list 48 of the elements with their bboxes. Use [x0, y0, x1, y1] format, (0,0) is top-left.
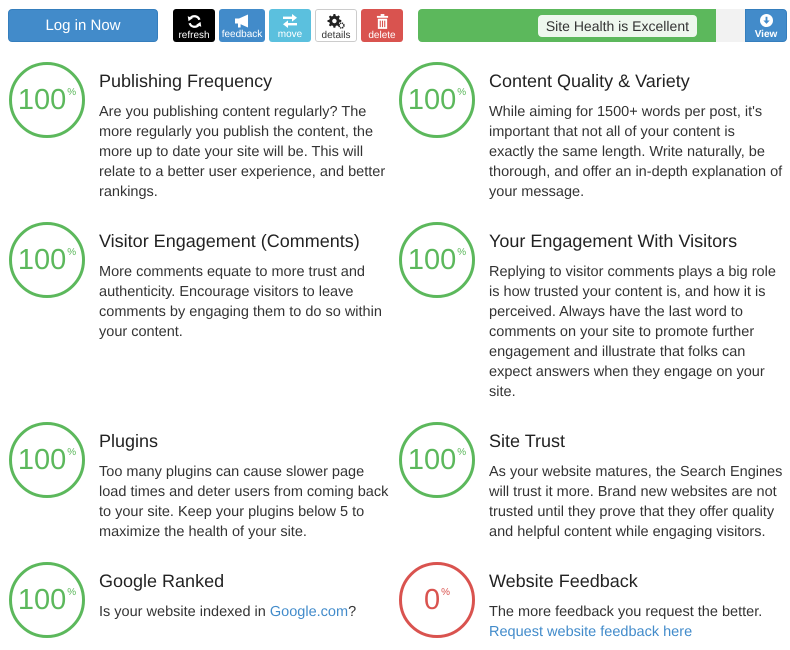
- refresh-button[interactable]: refresh: [173, 9, 215, 42]
- login-button[interactable]: Log in Now: [8, 9, 158, 42]
- metric-title: Publishing Frequency: [99, 70, 274, 93]
- percent-sign: %: [67, 248, 76, 258]
- metric-title: Visitor Engagement (Comments): [99, 230, 361, 253]
- percent-sign: %: [457, 448, 466, 458]
- download-circle-icon: [760, 14, 772, 26]
- delete-button[interactable]: delete: [361, 9, 403, 42]
- move-button[interactable]: move: [269, 9, 311, 42]
- metric-title: Google Ranked: [99, 570, 226, 593]
- metric-description: Replying to visitor comments plays a big role is how trusted your content is, and how it is perceived. Always have the last word to comments on your site to promote further engagement and illustrate that folks can expect answers when they engage on your site.: [489, 263, 777, 402]
- score-value: 100: [18, 245, 66, 275]
- metric-description: While aiming for 1500+ words per post, it's important that not all of your content is exactly the same length. Write naturally, be thorough, and offer an in-depth explanation of your message.: [489, 103, 783, 202]
- megaphone-icon: [234, 14, 250, 28]
- percent-sign: %: [457, 88, 466, 98]
- score-value: 100: [408, 245, 456, 275]
- score-value: 100: [18, 585, 66, 615]
- metric-title: Plugins: [99, 430, 160, 453]
- exchange-arrows-icon: [282, 14, 298, 28]
- text-link[interactable]: Request website feedback here: [489, 624, 692, 640]
- metric-description: More comments equate to more trust and authenticity. Encourage visitors to leave comments by engaging them to do so within your content.: [99, 263, 383, 342]
- score-value: 100: [408, 445, 456, 475]
- score-value: 100: [18, 85, 66, 115]
- metric-title: Content Quality & Variety: [489, 70, 691, 93]
- health-status-label: Site Health is Excellent: [538, 14, 697, 36]
- score-value: 0: [424, 585, 440, 615]
- score-value: 100: [408, 85, 456, 115]
- refresh-icon: [186, 14, 202, 28]
- details-button[interactable]: details: [315, 9, 357, 42]
- text-link[interactable]: Google.com: [270, 604, 348, 620]
- trash-icon: [376, 14, 388, 28]
- percent-sign: %: [441, 588, 450, 598]
- gears-icon: [327, 13, 345, 29]
- metric-title: Your Engagement With Visitors: [489, 230, 738, 253]
- metric-description: As your website matures, the Search Engines will trust it more. Brand new websites are not trusted until they prove that they offer quality and helpful content while engaging visitors.: [489, 463, 783, 542]
- percent-sign: %: [457, 248, 466, 258]
- feedback-button[interactable]: feedback: [219, 9, 265, 42]
- metric-description: Too many plugins can cause slower page load times and deter users from coming back to your site. Keep your plugins below 5 to maximize the health of your site.: [99, 463, 389, 542]
- score-value: 100: [18, 445, 66, 475]
- percent-sign: %: [67, 588, 76, 598]
- metric-title: Website Feedback: [489, 570, 639, 593]
- metric-title: Site Trust: [489, 430, 566, 453]
- metric-description: Is your website indexed in Google.com?: [99, 603, 358, 622]
- metric-description: Are you publishing content regularly? The more regularly you publish the content, the more up to date your site will be. This will relate to a better user experience, and better rankings.: [99, 103, 386, 202]
- percent-sign: %: [67, 448, 76, 458]
- metric-description: The more feedback you request the better. Request website feedback here: [489, 603, 764, 642]
- percent-sign: %: [67, 88, 76, 98]
- view-button[interactable]: View: [745, 9, 787, 42]
